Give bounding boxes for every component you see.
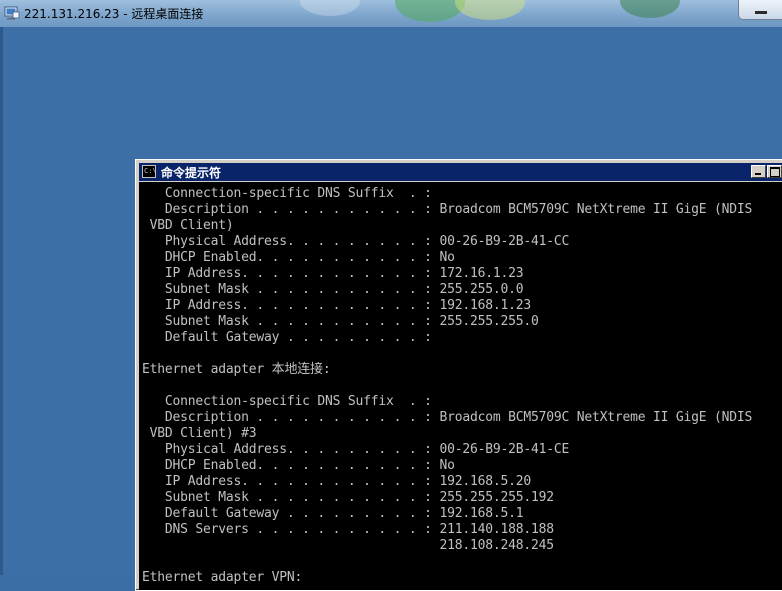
titlebar-glow xyxy=(455,0,525,20)
cmd-maximize-button[interactable] xyxy=(767,165,782,178)
console-line: VBD Client) #3 xyxy=(142,426,257,441)
maximize-icon xyxy=(770,167,780,177)
console-line: Ethernet adapter VPN: xyxy=(142,570,303,585)
console-line: Subnet Mask . . . . . . . . . . . : 255.… xyxy=(142,490,554,505)
console-line: Default Gateway . . . . . . . . . : xyxy=(142,330,432,345)
console-line: Ethernet adapter 本地连接: xyxy=(142,362,331,377)
cmd-minimize-button[interactable] xyxy=(751,165,766,178)
console-line: IP Address. . . . . . . . . . . . : 172.… xyxy=(142,266,524,281)
remote-desktop-icon xyxy=(4,6,20,20)
console-line: Physical Address. . . . . . . . . : 00-2… xyxy=(142,234,570,249)
console-line: Default Gateway . . . . . . . . . : 192.… xyxy=(142,506,524,521)
console-line: VBD Client) xyxy=(142,218,234,233)
minimize-icon xyxy=(755,11,767,14)
console-line: IP Address. . . . . . . . . . . . : 192.… xyxy=(142,474,531,489)
console-line: DHCP Enabled. . . . . . . . . . . : No xyxy=(142,458,455,473)
console-line: DHCP Enabled. . . . . . . . . . . : No xyxy=(142,250,455,265)
console-line: Connection-specific DNS Suffix . : xyxy=(142,394,432,409)
console-line: Subnet Mask . . . . . . . . . . . : 255.… xyxy=(142,314,539,329)
cmd-icon[interactable]: C:\ xyxy=(142,165,156,178)
cmd-console-output[interactable]: Connection-specific DNS Suffix . : Descr… xyxy=(139,182,782,590)
rdp-window-title: 221.131.216.23 - 远程桌面连接 xyxy=(24,7,204,21)
console-line: IP Address. . . . . . . . . . . . : 192.… xyxy=(142,298,531,313)
cmd-title-bar[interactable]: C:\ 命令提示符 xyxy=(139,163,782,181)
console-line: Description . . . . . . . . . . . : Broa… xyxy=(142,202,753,217)
console-line: Subnet Mask . . . . . . . . . . . : 255.… xyxy=(142,282,524,297)
console-line: Physical Address. . . . . . . . . : 00-2… xyxy=(142,442,570,457)
titlebar-glow xyxy=(620,0,680,18)
cmd-window[interactable]: C:\ 命令提示符 Connection-specific DNS Suffix… xyxy=(135,159,782,591)
console-line: 218.108.248.245 xyxy=(142,538,554,553)
minimize-button[interactable] xyxy=(738,0,782,20)
console-line: Description . . . . . . . . . . . : Broa… xyxy=(142,410,753,425)
console-line: Connection-specific DNS Suffix . : xyxy=(142,186,432,201)
cmd-window-title: 命令提示符 xyxy=(161,166,222,180)
rdp-title-bar[interactable]: 221.131.216.23 - 远程桌面连接 xyxy=(0,0,782,28)
console-line: DNS Servers . . . . . . . . . . . : 211.… xyxy=(142,522,554,537)
titlebar-glow xyxy=(300,0,360,16)
desktop-edge xyxy=(0,27,3,575)
minimize-icon xyxy=(755,173,761,175)
